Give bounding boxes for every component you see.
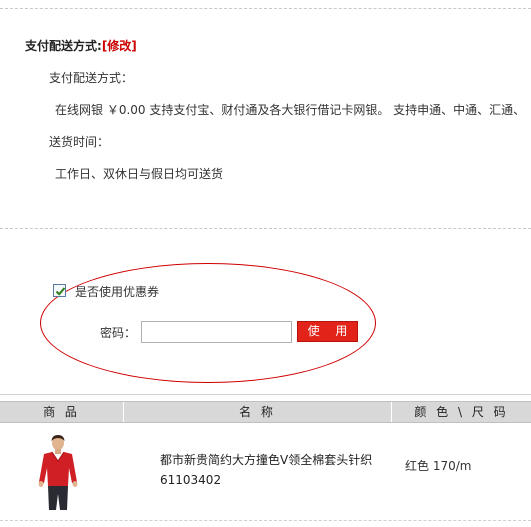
payment-method-label: 支付配送方式： <box>49 71 134 85</box>
coupon-password-label: 密码： <box>100 326 137 340</box>
product-color-size: 红色 170/m <box>405 459 472 473</box>
delivery-time-value: 工作日、双休日与假日均可送货 <box>55 167 224 181</box>
product-name-link[interactable]: 都市新贵简约大方撞色V领全棉套头针织61103402 <box>160 450 380 490</box>
payment-section-title: 支付配送方式:[修改] <box>25 37 137 54</box>
header-name: 名 称 <box>239 405 276 419</box>
table-bottom-divider <box>0 520 531 521</box>
delivery-time-label: 送货时间： <box>49 135 110 149</box>
header-product: 商 品 <box>43 405 80 419</box>
table-top-divider <box>0 394 531 395</box>
product-table-header: 商 品 名 称 颜 色 \ 尺 码 <box>0 401 531 423</box>
product-image[interactable] <box>35 434 81 510</box>
section-divider <box>0 228 531 229</box>
coupon-password-input[interactable] <box>141 321 292 343</box>
top-divider <box>0 8 531 9</box>
edit-payment-link[interactable]: [修改] <box>102 39 137 53</box>
payment-section-title-text: 支付配送方式: <box>25 39 102 53</box>
header-color-size: 颜 色 \ 尺 码 <box>414 405 509 419</box>
model-pants <box>48 486 68 510</box>
model-neck <box>55 449 61 454</box>
use-coupon-label[interactable]: 是否使用优惠券 <box>75 283 159 300</box>
use-coupon-checkbox[interactable] <box>53 284 66 297</box>
checkmark-icon <box>55 287 66 296</box>
use-coupon-button[interactable]: 使 用 <box>297 321 358 342</box>
payment-method-value: 在线网银 ￥0.00 支持支付宝、财付通及各大银行借记卡网银。 支持申通、中通、… <box>55 103 526 117</box>
red-sweater <box>39 452 77 486</box>
